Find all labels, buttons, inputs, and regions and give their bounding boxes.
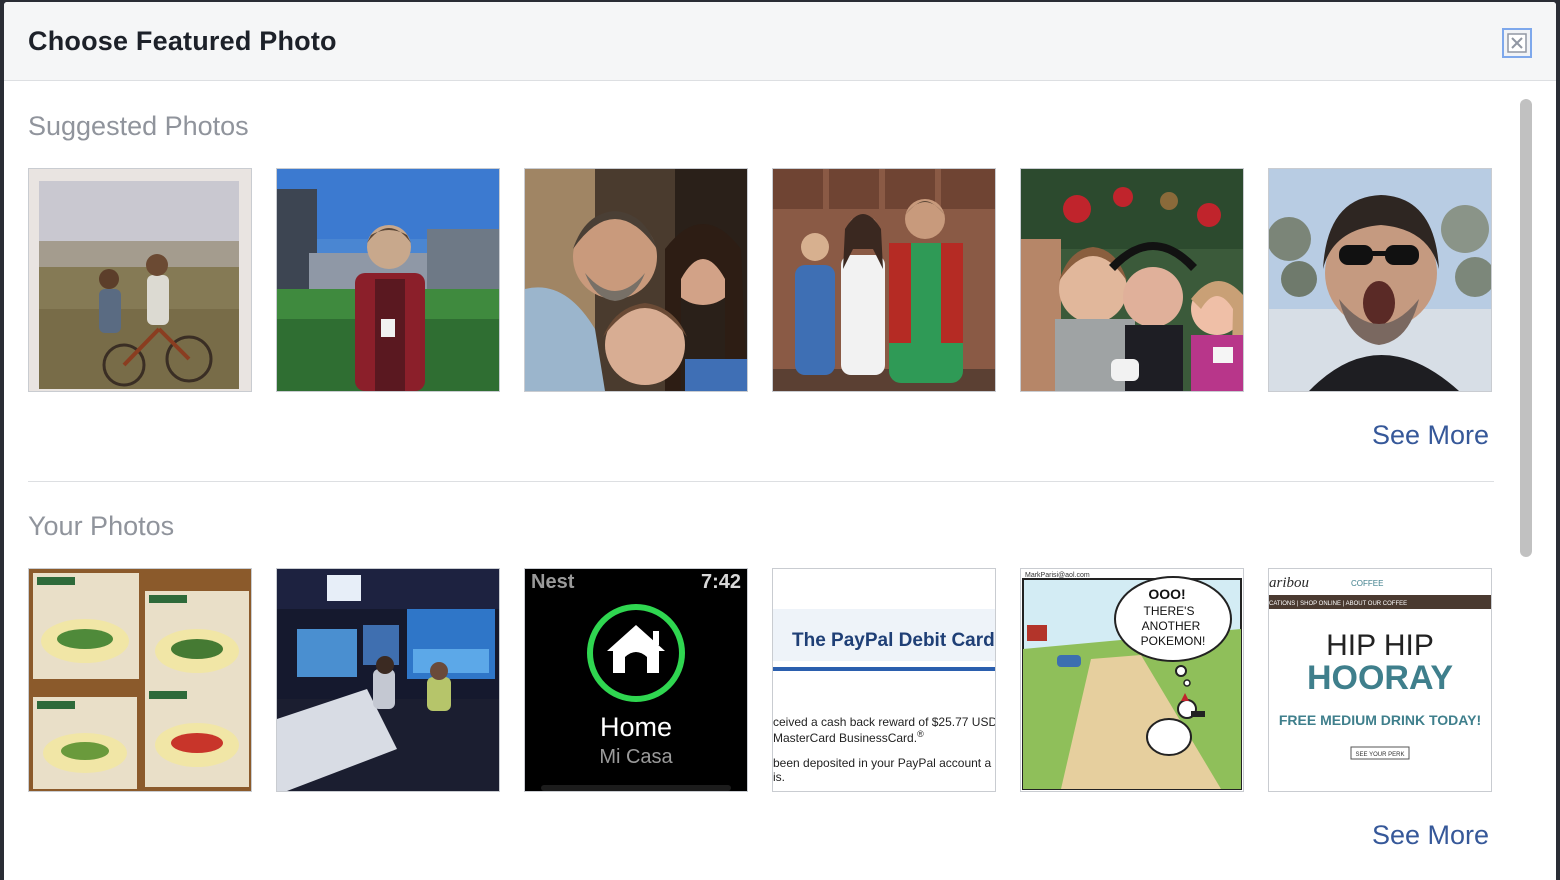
nest-home-sublabel: Mi Casa	[599, 746, 673, 768]
comic-site-text: MarkParisi@aol.com	[1025, 572, 1090, 579]
close-icon	[1507, 33, 1527, 53]
your-photo-4[interactable]: The PayPal Debit Card ceived a cash back…	[772, 568, 996, 792]
comic-bubble-3: ANOTHER	[1142, 619, 1201, 633]
suggested-photo-2[interactable]	[276, 168, 500, 392]
suggested-photo-1[interactable]	[28, 168, 252, 392]
photo-omelette-boxes	[29, 569, 251, 791]
caribou-nav-text: CATIONS | SHOP ONLINE | ABOUT OUR COFFEE	[1269, 601, 1407, 607]
photo-paypal-email: The PayPal Debit Card ceived a cash back…	[773, 569, 995, 791]
paypal-line-4: is.	[773, 770, 785, 784]
your-photo-5[interactable]: MarkParisi@aol.com OOO! THERE'S ANOTHER …	[1020, 568, 1244, 792]
your-photo-3[interactable]: Nest 7:42 Home Mi Casa	[524, 568, 748, 792]
nest-brand-text: Nest	[531, 571, 575, 593]
caribou-button-text: SEE YOUR PERK	[1356, 752, 1405, 758]
dialog-header: Choose Featured Photo	[4, 2, 1556, 81]
featured-photo-dialog: Choose Featured Photo Suggested Photos S…	[4, 2, 1556, 880]
paypal-line-2-reg: ®	[917, 729, 924, 739]
nest-time-text: 7:42	[701, 571, 741, 593]
suggested-photos-row	[28, 168, 1492, 392]
your-photos-see-more-link[interactable]: See More	[1372, 820, 1489, 851]
your-photo-6[interactable]: aribou COFFEE CATIONS | SHOP ONLINE | AB…	[1268, 568, 1492, 792]
section-divider	[28, 481, 1494, 482]
suggested-photo-6[interactable]	[1268, 168, 1492, 392]
suggested-photo-5[interactable]	[1020, 168, 1244, 392]
photo-family-group	[773, 169, 995, 391]
photo-girl-on-bicycle	[29, 169, 251, 391]
photo-man-at-ballpark	[277, 169, 499, 391]
caribou-line-1: HIP HIP	[1326, 629, 1434, 662]
suggested-photos-heading: Suggested Photos	[28, 111, 249, 141]
caribou-line-3: FREE MEDIUM DRINK TODAY!	[1279, 712, 1481, 728]
dialog-title: Choose Featured Photo	[28, 26, 337, 56]
comic-bubble-1: OOO!	[1148, 586, 1185, 602]
photo-pokemon-comic: MarkParisi@aol.com OOO! THERE'S ANOTHER …	[1021, 569, 1243, 791]
close-button[interactable]	[1502, 28, 1532, 58]
caribou-coffee-text: COFFEE	[1351, 579, 1383, 588]
paypal-heading-text: The PayPal Debit Card	[792, 630, 995, 651]
nest-home-label: Home	[600, 712, 672, 742]
your-photo-1[interactable]	[28, 568, 252, 792]
photo-family-selfie	[525, 169, 747, 391]
your-photos-heading: Your Photos	[28, 511, 175, 541]
paypal-line-1: ceived a cash back reward of $25.77 USD	[773, 715, 995, 729]
your-photos-row: Nest 7:42 Home Mi Casa The PayPal Debit …	[28, 568, 1492, 792]
photo-nest-watch: Nest 7:42 Home Mi Casa	[525, 569, 747, 791]
dialog-content: Suggested Photos See More Your Photos Ne…	[4, 81, 1556, 880]
suggested-see-more-link[interactable]: See More	[1372, 420, 1489, 451]
paypal-line-2-text: MasterCard BusinessCard.	[773, 731, 917, 745]
photo-holiday-selfie	[1021, 169, 1243, 391]
comic-bubble-4: POKEMON!	[1141, 634, 1206, 648]
photo-caribou-coffee: aribou COFFEE CATIONS | SHOP ONLINE | AB…	[1269, 569, 1491, 791]
scrollbar-track[interactable]	[1516, 91, 1536, 880]
caribou-brand-text: aribou	[1269, 575, 1309, 591]
paypal-line-2: MasterCard BusinessCard.®	[773, 729, 924, 745]
photo-man-sunglasses	[1269, 169, 1491, 391]
your-photo-2[interactable]	[276, 568, 500, 792]
suggested-photo-3[interactable]	[524, 168, 748, 392]
paypal-line-3: been deposited in your PayPal account a	[773, 756, 991, 770]
caribou-line-2: HOORAY	[1307, 659, 1453, 697]
suggested-photo-4[interactable]	[772, 168, 996, 392]
scrollbar-thumb[interactable]	[1520, 99, 1532, 557]
photo-arcade-racing	[277, 569, 499, 791]
comic-bubble-2: THERE'S	[1144, 604, 1195, 618]
